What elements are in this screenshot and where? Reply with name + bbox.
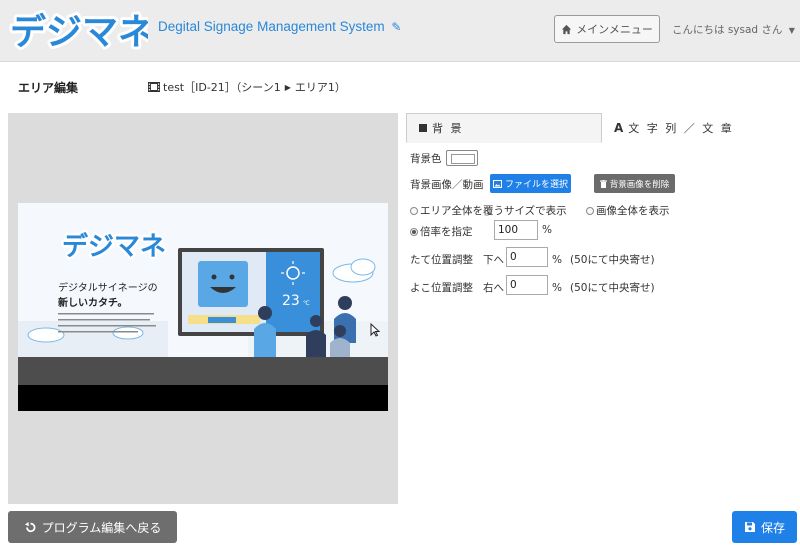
home-icon — [562, 24, 572, 34]
bg-color-row: 背景色 — [410, 150, 478, 166]
hpos-direction: 右へ — [483, 282, 504, 294]
back-to-program-button[interactable]: プログラム編集へ戻る — [8, 511, 177, 543]
preview-weather-unit: ℃ — [303, 300, 310, 307]
font-icon: A — [614, 121, 624, 135]
breadcrumb-area: エリア1） — [294, 81, 346, 94]
scale-input[interactable] — [494, 220, 538, 240]
page-title: エリア編集 — [18, 81, 79, 95]
preview-letterbox — [18, 385, 388, 411]
property-tabs: 背 景 A 文 字 列 ／ 文 章 — [406, 113, 800, 143]
pencil-icon: ✎ — [391, 20, 402, 34]
fit-mode-row: エリア全体を覆うサイズで表示 — [410, 203, 567, 218]
main-menu-button[interactable]: メインメニュー — [554, 15, 660, 43]
vpos-input[interactable] — [506, 247, 548, 267]
fit-image-radio[interactable] — [586, 206, 594, 215]
bg-media-label: 背景画像／動画 — [410, 179, 484, 191]
fit-area-radio[interactable] — [410, 206, 418, 215]
app-logo[interactable]: デジマネ デジマネ — [8, 6, 148, 54]
vpos-row: たて位置調整 下へ — [410, 252, 504, 267]
app-header: デジマネ デジマネ Degital Signage Management Sys… — [0, 0, 800, 62]
signage-illustration: デジマネ デジマネ デジタルサイネージの 新しいカタチ。 23 ℃ — [18, 203, 388, 357]
scale-unit: % — [542, 224, 552, 236]
main-menu-label: メインメニュー — [576, 23, 653, 36]
preview-logo: デジマネ — [62, 231, 166, 262]
hpos-label: よこ位置調整 — [410, 282, 473, 294]
hpos-hint: (50にて中央寄せ) — [569, 282, 655, 294]
bg-media-row: 背景画像／動画 — [410, 177, 484, 192]
choose-file-label: ファイルを選択 — [504, 180, 568, 190]
scale-radio[interactable] — [410, 227, 418, 236]
back-label: プログラム編集へ戻る — [41, 520, 162, 535]
save-label: 保存 — [760, 520, 785, 535]
trash-icon — [599, 179, 607, 188]
caret-right-icon: ▶ — [284, 82, 291, 92]
app-title-text: Degital Signage Management System — [158, 19, 385, 34]
title-bar — [0, 62, 800, 110]
scale-row: 倍率を指定 — [410, 224, 473, 239]
hpos-unit: % — [552, 281, 562, 294]
delete-bg-image-label: 背景画像を削除 — [609, 179, 670, 190]
choose-file-button[interactable]: ファイルを選択 — [490, 174, 571, 193]
hpos-unit-hint: % (50にて中央寄せ) — [552, 280, 655, 295]
preview-band — [18, 357, 388, 385]
tab-background-label: 背 景 — [432, 122, 464, 135]
preview-tagline-2: 新しいカタチ。 — [58, 296, 128, 309]
save-button[interactable]: 保存 — [732, 511, 797, 543]
preview-tagline-1: デジタルサイネージの — [58, 281, 158, 294]
delete-bg-image-button[interactable]: 背景画像を削除 — [594, 174, 675, 193]
film-icon — [148, 82, 160, 92]
undo-icon — [24, 521, 36, 532]
user-menu[interactable]: こんにちは sysad さん ▼ — [672, 22, 795, 37]
square-icon — [419, 124, 427, 132]
image-icon — [492, 179, 502, 188]
tab-text-label: 文 字 列 ／ 文 章 — [628, 122, 734, 135]
app-title: Degital Signage Management System ✎ — [158, 19, 401, 34]
vpos-hint: (50にて中央寄せ) — [569, 254, 655, 266]
fit-area-label: エリア全体を覆うサイズで表示 — [420, 205, 567, 217]
preview-weather-temp: 23 — [282, 293, 300, 309]
breadcrumb: test［ID-21］（シーン1 ▶ エリア1） — [148, 79, 346, 95]
bg-color-label: 背景色 — [410, 152, 442, 165]
user-greeting: こんにちは sysad さん — [672, 24, 783, 36]
tab-background[interactable]: 背 景 — [406, 113, 602, 143]
hpos-input[interactable] — [506, 275, 548, 295]
vpos-unit: % — [552, 253, 562, 266]
hpos-row: よこ位置調整 右へ — [410, 280, 504, 295]
tab-text[interactable]: A 文 字 列 ／ 文 章 — [602, 113, 800, 143]
area-preview-stage[interactable]: デジマネ デジマネ デジタルサイネージの 新しいカタチ。 23 ℃ — [18, 203, 388, 411]
fit-image-label: 画像全体を表示 — [596, 205, 670, 217]
logo-text: デジマネ — [10, 11, 148, 53]
area-preview-panel: デジマネ デジマネ デジタルサイネージの 新しいカタチ。 23 ℃ — [8, 113, 398, 504]
scale-label: 倍率を指定 — [420, 226, 473, 238]
vpos-label: たて位置調整 — [410, 254, 473, 266]
vpos-direction: 下へ — [483, 254, 504, 266]
bg-color-picker[interactable] — [445, 150, 478, 166]
fit-image-row: 画像全体を表示 — [586, 203, 670, 218]
vpos-unit-hint: % (50にて中央寄せ) — [552, 252, 655, 267]
breadcrumb-program: test［ID-21］（シーン1 — [163, 81, 281, 94]
mouse-cursor-icon — [370, 323, 380, 337]
save-icon — [744, 522, 755, 532]
caret-down-icon: ▼ — [788, 26, 795, 35]
preview-background-image: デジマネ デジマネ デジタルサイネージの 新しいカタチ。 23 ℃ — [18, 203, 388, 357]
